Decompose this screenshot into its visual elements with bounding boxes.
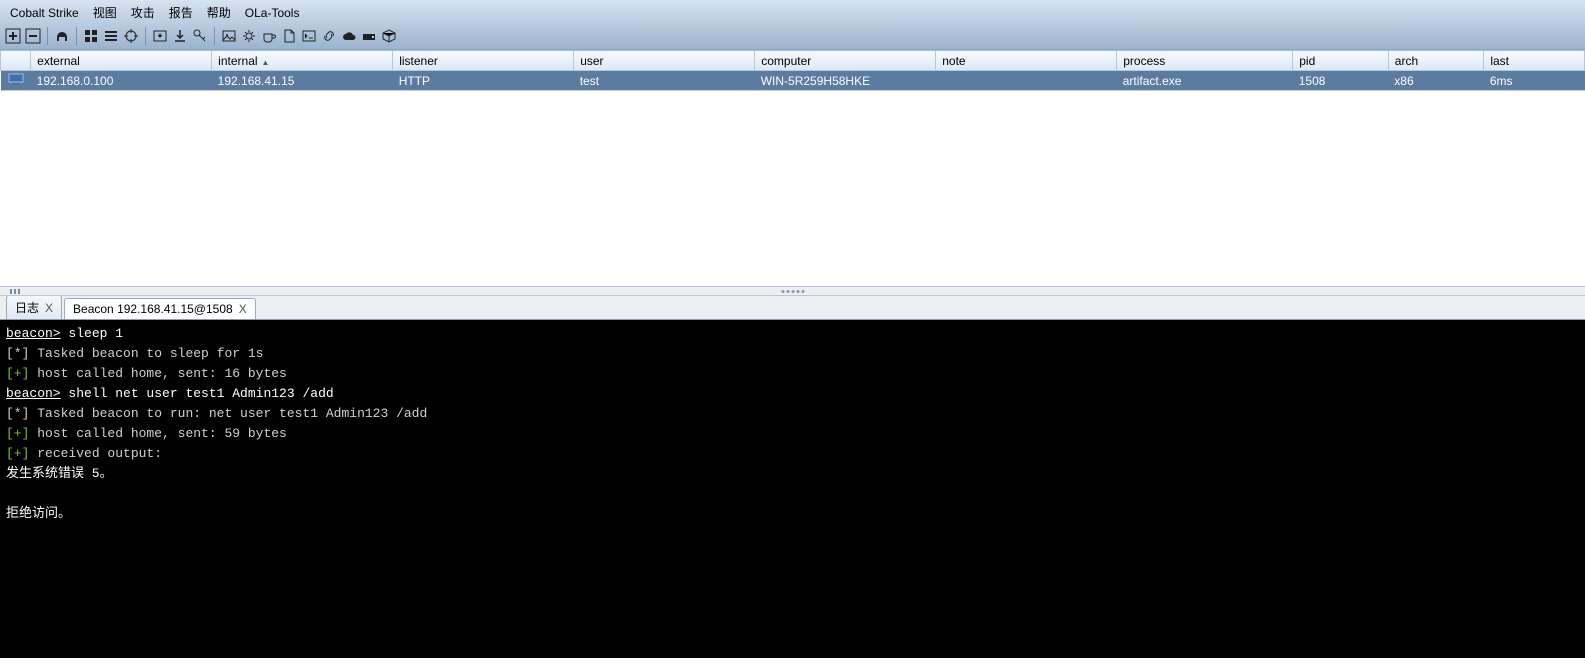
image-in-icon[interactable]	[151, 27, 169, 45]
menu-item[interactable]: 报告	[163, 2, 199, 23]
table-body: 192.168.0.100192.168.41.15HTTPtestWIN-5R…	[1, 71, 1585, 91]
tab-close-button[interactable]: X	[239, 302, 247, 316]
beacon-console[interactable]: beacon> sleep 1 [*] Tasked beacon to sle…	[0, 320, 1585, 658]
terminal-icon[interactable]	[300, 27, 318, 45]
menu-item[interactable]: Cobalt Strike	[4, 4, 85, 22]
cell-listener: HTTP	[393, 71, 574, 91]
column-header-user[interactable]: user	[574, 51, 755, 71]
menu-item[interactable]: 帮助	[201, 2, 237, 23]
column-header-icon[interactable]	[1, 51, 31, 71]
cell-arch: x86	[1388, 71, 1484, 91]
column-header-internal[interactable]: internal▲	[212, 51, 393, 71]
menu-item[interactable]: OLa-Tools	[239, 4, 306, 22]
tab[interactable]: Beacon 192.168.41.15@1508 X	[64, 298, 256, 319]
cell-pid: 1508	[1293, 71, 1389, 91]
column-header-pid[interactable]: pid	[1293, 51, 1389, 71]
column-header-note[interactable]: note	[936, 51, 1117, 71]
tab-strip: 日志 X Beacon 192.168.41.15@1508 X	[0, 296, 1585, 320]
grid-icon[interactable]	[82, 27, 100, 45]
file-icon[interactable]	[280, 27, 298, 45]
top-bar: Cobalt Strike视图攻击报告帮助OLa-Tools	[0, 0, 1585, 50]
minus-icon[interactable]	[24, 27, 42, 45]
cell-last: 6ms	[1484, 71, 1585, 91]
tab-close-button[interactable]: X	[45, 301, 53, 315]
picture-icon[interactable]	[220, 27, 238, 45]
table-row[interactable]: 192.168.0.100192.168.41.15HTTPtestWIN-5R…	[1, 71, 1585, 91]
download-icon[interactable]	[171, 27, 189, 45]
column-header-listener[interactable]: listener	[393, 51, 574, 71]
toolbar-separator	[76, 27, 77, 45]
column-header-last[interactable]: last	[1484, 51, 1585, 71]
table-header-row: externalinternal▲listenerusercomputernot…	[1, 51, 1585, 71]
toolbar	[0, 25, 1585, 49]
box-icon[interactable]	[380, 27, 398, 45]
splitter-handle[interactable]	[0, 286, 1585, 296]
link-icon[interactable]	[320, 27, 338, 45]
menu-item[interactable]: 视图	[87, 2, 123, 23]
cloud-icon[interactable]	[340, 27, 358, 45]
table-empty-area[interactable]	[0, 91, 1585, 286]
headphones-icon[interactable]	[53, 27, 71, 45]
list-icon[interactable]	[102, 27, 120, 45]
tab[interactable]: 日志 X	[6, 295, 62, 319]
computer-icon	[1, 71, 31, 91]
menu-bar: Cobalt Strike视图攻击报告帮助OLa-Tools	[0, 0, 1585, 25]
session-table: externalinternal▲listenerusercomputernot…	[0, 50, 1585, 91]
cell-user: test	[574, 71, 755, 91]
toolbar-separator	[214, 27, 215, 45]
plus-icon[interactable]	[4, 27, 22, 45]
sort-asc-icon: ▲	[262, 58, 270, 67]
cell-computer: WIN-5R259H58HKE	[755, 71, 936, 91]
column-header-process[interactable]: process	[1117, 51, 1293, 71]
menu-item[interactable]: 攻击	[125, 2, 161, 23]
gear-icon[interactable]	[240, 27, 258, 45]
column-header-computer[interactable]: computer	[755, 51, 936, 71]
column-header-arch[interactable]: arch	[1388, 51, 1484, 71]
toolbar-separator	[47, 27, 48, 45]
tab-label: 日志	[15, 299, 39, 316]
drive-icon[interactable]	[360, 27, 378, 45]
cell-external: 192.168.0.100	[31, 71, 212, 91]
cell-process: artifact.exe	[1117, 71, 1293, 91]
cell-note	[936, 71, 1117, 91]
cell-internal: 192.168.41.15	[212, 71, 393, 91]
key-icon[interactable]	[191, 27, 209, 45]
column-header-external[interactable]: external	[31, 51, 212, 71]
tab-label: Beacon 192.168.41.15@1508	[73, 302, 233, 316]
toolbar-separator	[145, 27, 146, 45]
coffee-icon[interactable]	[260, 27, 278, 45]
target-icon[interactable]	[122, 27, 140, 45]
